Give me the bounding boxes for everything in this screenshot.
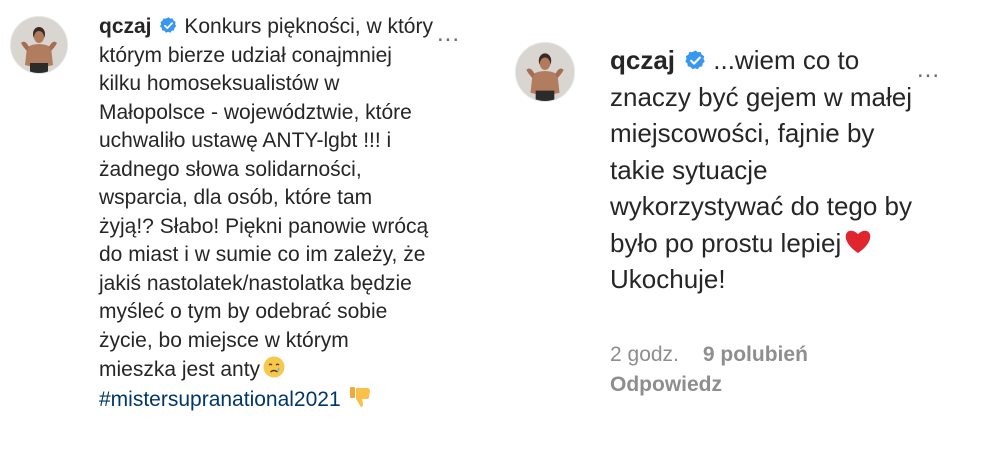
comment-line: wykorzystywać do tego by	[610, 191, 913, 221]
avatar[interactable]	[10, 16, 68, 74]
caption-line: do miast i w sumie co im zależy, że	[99, 243, 426, 266]
caption-line: wsparcia, dla osób, które tam	[99, 186, 373, 209]
red-heart-emoji	[845, 230, 871, 253]
verified-badge-icon	[685, 50, 706, 70]
left-post-panel: qczaj Konkurs piękności, w którym którym…	[0, 0, 500, 455]
post-caption: qczaj Konkurs piękności, w którym którym…	[99, 13, 494, 414]
comment-line: miejscowości, fajnie by	[610, 118, 875, 148]
comment-line: Ukochuje!	[610, 264, 726, 294]
caption-line: Małopolsce - województwie, które	[99, 100, 412, 124]
thumbs-down-emoji	[349, 386, 370, 407]
caption-line: kilku homoseksualistów w	[99, 72, 340, 95]
avatar-image	[516, 43, 574, 101]
verified-badge-icon	[160, 17, 177, 33]
caption-line: mieszka jest anty	[99, 358, 261, 381]
comment-heart-line: było po prostu lepiej	[610, 225, 990, 262]
caption-line: życie, bo miejsce w którym	[99, 328, 349, 352]
comment-meta: 2 godz. 9 polubień Odpowiedz	[610, 340, 808, 400]
caption-last-line: mieszka jest anty	[99, 355, 494, 385]
caption-line: jakiś nastolatek/nastolatka będzie	[99, 271, 412, 295]
comment-line: było po prostu lepiej	[610, 227, 842, 258]
reply-button[interactable]: Odpowiedz	[610, 370, 808, 400]
caption-line: żadnego słowa solidarności,	[99, 157, 362, 181]
hashtag-link[interactable]: #mistersupranational2021	[99, 388, 341, 411]
avatar-image	[11, 17, 67, 73]
crying-face-emoji	[263, 356, 285, 378]
comment-time: 2 godz.	[610, 343, 679, 366]
right-comment-panel: qczaj ...wiem co to znaczy być gejem w m…	[500, 0, 1000, 455]
caption-line: myśleć o tym by odebrać sobie	[99, 300, 388, 323]
caption-line: Konkurs piękności, w którym	[184, 15, 451, 38]
comment-line: ...wiem co to	[713, 45, 860, 75]
hashtag-line: #mistersupranational2021	[99, 385, 494, 415]
caption-line: uchwaliło ustawę ANTY-lgbt !!! i	[99, 129, 392, 152]
username[interactable]: qczaj	[610, 45, 675, 75]
avatar[interactable]	[515, 42, 575, 102]
caption-line: żyją!? Słabo! Piękni panowie wrócą	[99, 214, 429, 238]
comment-line: takie sytuacje	[610, 154, 768, 185]
more-options-icon[interactable]: ...	[433, 20, 465, 48]
likes-count[interactable]: 9 polubień	[703, 343, 808, 366]
username[interactable]: qczaj	[99, 15, 152, 38]
more-options-icon[interactable]: ...	[913, 56, 945, 84]
